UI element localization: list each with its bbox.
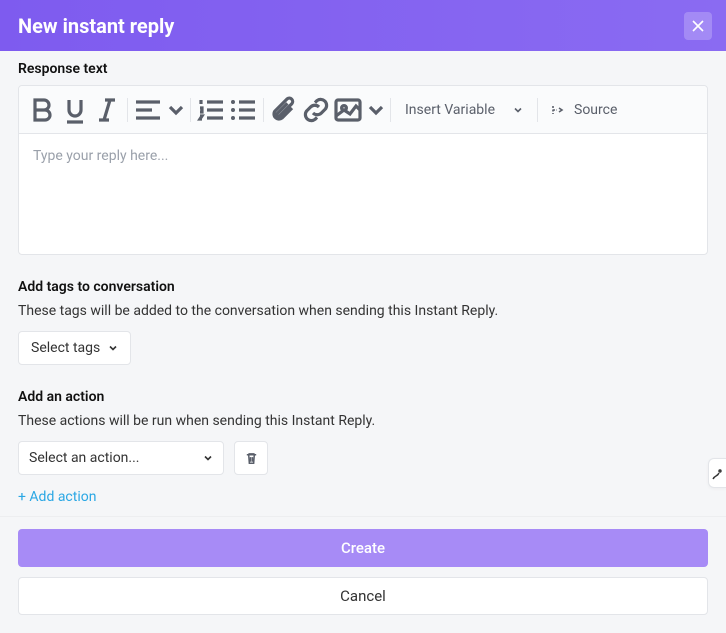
numbered-list-icon — [195, 94, 227, 126]
cancel-button-label: Cancel — [340, 587, 386, 605]
toolbar-separator — [190, 98, 191, 122]
chevron-down-icon — [203, 453, 213, 463]
modal-body: Response text — [0, 51, 726, 516]
underline-button[interactable] — [59, 94, 91, 126]
italic-button[interactable] — [91, 94, 123, 126]
toolbar-separator — [127, 98, 128, 122]
underline-icon — [59, 94, 91, 126]
insert-variable-dropdown[interactable]: Insert Variable — [395, 94, 533, 126]
bold-button[interactable] — [27, 94, 59, 126]
actions-label: Add an action — [18, 389, 708, 405]
link-button[interactable] — [300, 94, 332, 126]
toolbar-separator — [390, 98, 391, 122]
response-text-label: Response text — [18, 61, 708, 77]
source-label: Source — [574, 102, 617, 118]
insert-variable-label: Insert Variable — [405, 102, 495, 118]
select-action-placeholder: Select an action... — [29, 450, 139, 466]
create-button-label: Create — [341, 539, 385, 557]
toolbar-separator — [263, 98, 264, 122]
image-icon — [332, 94, 364, 126]
create-button[interactable]: Create — [18, 529, 708, 567]
source-button[interactable]: Source — [542, 94, 625, 126]
link-icon — [300, 94, 332, 126]
add-action-link[interactable]: + Add action — [18, 489, 96, 505]
tags-label: Add tags to conversation — [18, 279, 708, 295]
chevron-down-icon — [366, 100, 386, 120]
modal-title: New instant reply — [18, 14, 174, 38]
editor: Insert Variable Source Type your reply h… — [18, 85, 708, 255]
cancel-button[interactable]: Cancel — [18, 577, 708, 615]
chevron-down-icon — [166, 100, 186, 120]
italic-icon — [91, 94, 123, 126]
widget-icon — [712, 465, 724, 481]
align-left-icon — [132, 94, 164, 126]
bulleted-list-button[interactable] — [227, 94, 259, 126]
reply-textarea[interactable]: Type your reply here... — [19, 134, 707, 254]
image-dropdown[interactable] — [332, 94, 386, 126]
chevron-down-icon — [108, 343, 118, 353]
source-icon — [550, 102, 566, 118]
align-dropdown[interactable] — [132, 94, 186, 126]
numbered-list-button[interactable] — [195, 94, 227, 126]
select-tags-label: Select tags — [31, 340, 100, 356]
close-icon — [691, 19, 705, 33]
tags-description: These tags will be added to the conversa… — [18, 303, 708, 319]
select-tags-dropdown[interactable]: Select tags — [18, 331, 131, 365]
attachment-button[interactable] — [268, 94, 300, 126]
actions-description: These actions will be run when sending t… — [18, 413, 708, 429]
chevron-down-icon — [513, 105, 523, 115]
close-button[interactable] — [684, 12, 712, 40]
editor-placeholder: Type your reply here... — [33, 148, 168, 164]
delete-action-button[interactable] — [234, 441, 268, 475]
editor-toolbar: Insert Variable Source — [19, 86, 707, 134]
paperclip-icon — [268, 94, 300, 126]
bulleted-list-icon — [227, 94, 259, 126]
select-action-dropdown[interactable]: Select an action... — [18, 441, 224, 475]
trash-icon — [244, 451, 259, 466]
bold-icon — [27, 94, 59, 126]
modal-header: New instant reply — [0, 0, 726, 51]
toolbar-separator — [537, 98, 538, 122]
modal-footer: Create Cancel — [0, 516, 726, 633]
side-widget-toggle[interactable] — [708, 458, 726, 488]
